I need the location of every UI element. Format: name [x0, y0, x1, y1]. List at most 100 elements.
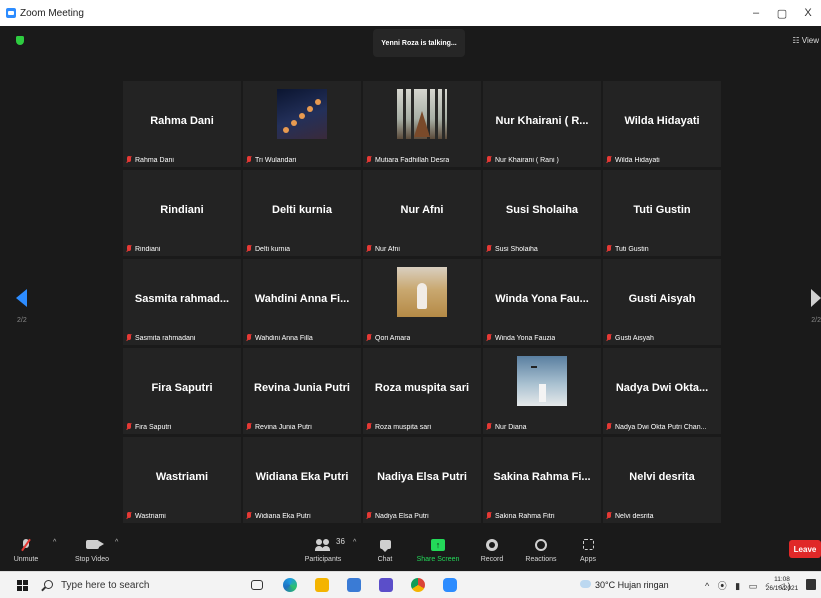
notification-center-icon[interactable]: [806, 579, 816, 590]
participant-tile[interactable]: Nelvi desrita Nelvi desrita: [603, 437, 721, 523]
participant-display-name: Gusti Aisyah: [628, 293, 696, 305]
participant-display-name: Wilda Hidayati: [624, 115, 700, 127]
participant-tile[interactable]: Sasmita rahmad... Sasmita rahmadani: [123, 259, 241, 345]
participant-name-tag: Wastriami: [126, 512, 166, 520]
minimize-button[interactable]: –: [743, 7, 769, 19]
stop-video-label: Stop Video: [74, 556, 110, 563]
participant-name-tag: Delti kurnia: [246, 245, 290, 253]
system-clock[interactable]: 11:08 26/10/2021: [765, 575, 799, 593]
participant-name-tag: Nur Khairani ( Rani ): [486, 156, 559, 164]
participant-tile[interactable]: Winda Yona Fau... Winda Yona Fauzia: [483, 259, 601, 345]
maximize-button[interactable]: ▢: [769, 7, 795, 20]
record-button[interactable]: Record: [478, 523, 506, 571]
task-view-icon[interactable]: [251, 580, 263, 590]
participant-display-name: Rindiani: [160, 204, 204, 216]
unmute-button[interactable]: Unmute: [14, 523, 38, 571]
participant-name-tag: Nadya Dwi Okta Putri Chan...: [606, 423, 706, 431]
share-screen-button[interactable]: ↑ Share Screen: [415, 523, 461, 571]
reactions-button[interactable]: Reactions: [521, 523, 561, 571]
participants-icon: [315, 538, 331, 551]
participant-display-name: Sakina Rahma Fi...: [493, 471, 591, 483]
participant-tile[interactable]: Nur Afni Nur Afni: [363, 170, 481, 256]
participant-tile[interactable]: Sakina Rahma Fi... Sakina Rahma Fitri: [483, 437, 601, 523]
participant-tile[interactable]: Wilda Hidayati Wilda Hidayati: [603, 81, 721, 167]
participant-tile[interactable]: Roza muspita sari Roza muspita sari: [363, 348, 481, 434]
participant-tile[interactable]: Susi Sholaiha Susi Sholaiha: [483, 170, 601, 256]
participant-name-label: Nur Khairani ( Rani ): [495, 156, 559, 164]
meeting-toolbar: Unmute ^ Stop Video ^ Participants 36 ^ …: [0, 523, 821, 571]
participant-tile[interactable]: Nadiya Elsa Putri Nadiya Elsa Putri: [363, 437, 481, 523]
muted-mic-icon: [606, 423, 612, 431]
previous-page-arrow-icon[interactable]: [16, 289, 27, 307]
participant-name-label: Nur Diana: [495, 423, 527, 431]
participants-options-caret-icon[interactable]: ^: [353, 539, 356, 546]
muted-mic-icon: [126, 423, 132, 431]
participant-tile[interactable]: Widiana Eka Putri Widiana Eka Putri: [243, 437, 361, 523]
participant-name-label: Widiana Eka Putri: [255, 512, 311, 520]
participant-tile[interactable]: Wastriami Wastriami: [123, 437, 241, 523]
zoom-app-icon[interactable]: [443, 578, 457, 592]
participant-name-tag: Nelvi desrita: [606, 512, 654, 520]
participant-name-tag: Wilda Hidayati: [606, 156, 660, 164]
participant-display-name: Tuti Gustin: [633, 204, 691, 216]
clock-time: 11:08: [774, 576, 790, 583]
participant-tile[interactable]: Delti kurnia Delti kurnia: [243, 170, 361, 256]
participant-tile[interactable]: Qori Amara: [363, 259, 481, 345]
chrome-browser-icon[interactable]: [411, 578, 425, 592]
participant-tile[interactable]: Gusti Aisyah Gusti Aisyah: [603, 259, 721, 345]
file-explorer-icon[interactable]: [315, 578, 329, 592]
talking-indicator: Yenni Roza is talking...: [373, 29, 465, 57]
participant-name-tag: Wahdini Anna Filla: [246, 334, 313, 342]
meeting-area: Yenni Roza is talking... ☷ View 2/2 2/2 …: [0, 26, 821, 523]
weather-cloud-icon: [580, 580, 591, 588]
muted-mic-icon: [366, 245, 372, 253]
participant-name-tag: Sakina Rahma Fitri: [486, 512, 555, 520]
security-shield-icon[interactable]: [16, 36, 24, 45]
code-editor-icon[interactable]: [379, 578, 393, 592]
muted-mic-icon: [246, 245, 252, 253]
participant-name-label: Delti kurnia: [255, 245, 291, 253]
windows-start-icon[interactable]: [17, 580, 28, 591]
edge-browser-icon[interactable]: [283, 578, 297, 592]
weather-status[interactable]: 30°C Hujan ringan: [595, 580, 669, 590]
participant-tile[interactable]: Revina Junia Putri Revina Junia Putri: [243, 348, 361, 434]
audio-options-caret-icon[interactable]: ^: [53, 539, 56, 546]
participant-name-label: Qori Amara: [375, 334, 411, 342]
page-indicator-left: 2/2: [17, 317, 27, 324]
participants-button[interactable]: Participants: [299, 523, 347, 571]
participant-name-tag: Tuti Gustin: [606, 245, 649, 253]
participant-tile[interactable]: Rahma Dani Rahma Dani: [123, 81, 241, 167]
participant-video-thumbnail: [397, 89, 447, 139]
taskbar-search-input[interactable]: Type here to search: [61, 580, 149, 591]
participant-tile[interactable]: Rindiani Rindiani: [123, 170, 241, 256]
participant-display-name: Revina Junia Putri: [254, 382, 350, 394]
window-controls: – ▢ X: [743, 0, 821, 26]
mail-icon[interactable]: [347, 578, 361, 592]
stop-video-button[interactable]: Stop Video: [72, 523, 112, 571]
video-options-caret-icon[interactable]: ^: [115, 539, 118, 546]
participant-tile[interactable]: Nadya Dwi Okta... Nadya Dwi Okta Putri Ch…: [603, 348, 721, 434]
apps-button[interactable]: Apps: [576, 523, 600, 571]
close-button[interactable]: X: [795, 7, 821, 19]
next-page-arrow-icon[interactable]: [811, 289, 821, 307]
participant-tile[interactable]: Mutiara Fadhillah Desra: [363, 81, 481, 167]
participant-tile[interactable]: Wahdini Anna Fi... Wahdini Anna Filla: [243, 259, 361, 345]
participant-tile[interactable]: Tri Wulandari: [243, 81, 361, 167]
participant-tile[interactable]: Nur Khairani ( R... Nur Khairani ( Rani ): [483, 81, 601, 167]
view-button[interactable]: ☷ View: [792, 36, 819, 45]
chat-label: Chat: [377, 556, 393, 563]
participant-tile[interactable]: Fira Saputri Fira Saputri: [123, 348, 241, 434]
muted-mic-icon: [486, 156, 492, 164]
muted-mic-icon: [366, 512, 372, 520]
muted-mic-icon: [486, 512, 492, 520]
participant-display-name: Rahma Dani: [150, 115, 214, 127]
chat-button[interactable]: Chat: [372, 523, 398, 571]
participant-tile[interactable]: Tuti Gustin Tuti Gustin: [603, 170, 721, 256]
participant-name-tag: Roza muspita sari: [366, 423, 431, 431]
page-indicator-right: 2/2: [811, 317, 821, 324]
participant-display-name: Wastriami: [155, 471, 209, 483]
participant-tile[interactable]: Nur Diana: [483, 348, 601, 434]
leave-button[interactable]: Leave: [789, 540, 821, 558]
participant-name-label: Rindiani: [135, 245, 161, 253]
participant-name-tag: Nadiya Elsa Putri: [366, 512, 429, 520]
